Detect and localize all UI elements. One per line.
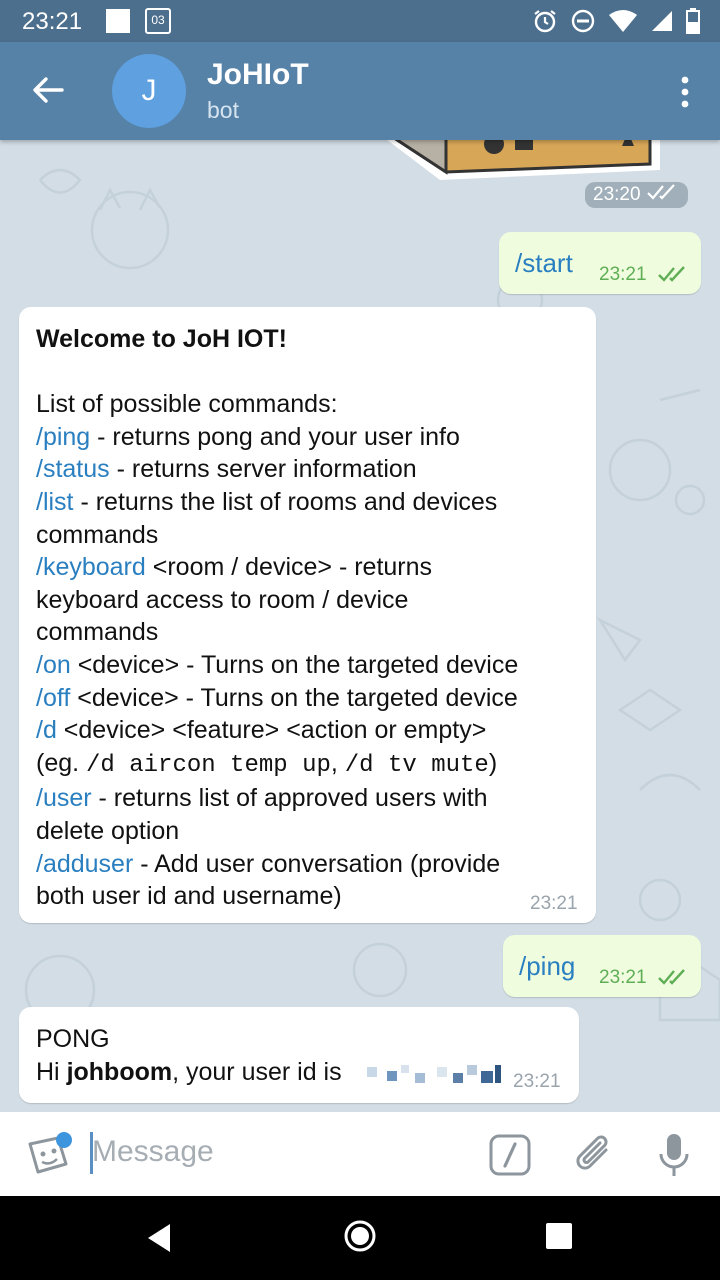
message-input-bar: Message bbox=[0, 1112, 720, 1196]
microphone-icon[interactable] bbox=[656, 1132, 692, 1178]
command-ping[interactable]: /ping bbox=[36, 423, 90, 451]
nav-back-icon[interactable] bbox=[144, 1222, 174, 1254]
sticker-timestamp: 23:20 bbox=[585, 182, 688, 208]
off-description: <device> - Turns on the targeted device bbox=[70, 683, 518, 712]
pong-hi: Hi bbox=[36, 1057, 67, 1086]
keyboard-description: <room / device> - returns bbox=[145, 553, 433, 582]
list-description: - returns the list of rooms and devices bbox=[73, 487, 498, 516]
alarm-icon bbox=[534, 10, 556, 33]
read-double-check-icon bbox=[658, 266, 685, 282]
pong-username: johboom bbox=[66, 1057, 173, 1086]
pong-line: PONG bbox=[36, 1025, 110, 1053]
chat-title[interactable]: JoHIoT bbox=[207, 58, 309, 92]
example-code-aircon: /d aircon temp up bbox=[86, 751, 331, 779]
status-time: 23:21 bbox=[22, 8, 83, 35]
chat-area[interactable]: 23:20 /start 23:21 Welcome to JoH IOT! L… bbox=[0, 140, 720, 1112]
example-code-tv: /d tv mute bbox=[344, 751, 489, 779]
keyboard-description-end: commands bbox=[36, 618, 159, 647]
d-description: <device> <feature> <action or empty> bbox=[56, 716, 487, 745]
signal-icon bbox=[652, 11, 672, 31]
user-description: - returns list of approved users with bbox=[91, 784, 488, 813]
more-options-icon[interactable] bbox=[680, 74, 690, 110]
attach-paperclip-icon[interactable] bbox=[572, 1132, 616, 1178]
status-bar: 23:21 03 bbox=[0, 0, 720, 42]
outgoing-message-ping[interactable]: /ping 23:21 bbox=[503, 935, 701, 997]
calendar-icon: 03 bbox=[145, 8, 171, 34]
command-d[interactable]: /d bbox=[36, 716, 57, 744]
sticker-time-text: 23:20 bbox=[593, 184, 641, 205]
status-description: - returns server information bbox=[109, 455, 417, 484]
command-adduser[interactable]: /adduser bbox=[36, 850, 133, 878]
welcome-intro: List of possible commands: bbox=[36, 390, 338, 419]
keyboard-description-cont: keyboard access to room / device bbox=[36, 585, 409, 614]
redacted-user-id bbox=[367, 1065, 501, 1083]
command-status[interactable]: /status bbox=[36, 455, 110, 483]
battery-icon bbox=[686, 8, 700, 34]
wifi-icon bbox=[609, 10, 637, 32]
example-prefix: (eg. bbox=[36, 748, 87, 777]
on-description: <device> - Turns on the targeted device bbox=[70, 650, 519, 679]
read-double-check-icon bbox=[647, 184, 675, 200]
message-text[interactable]: /ping bbox=[519, 951, 575, 982]
adduser-description: - Add user conversation (provide bbox=[133, 849, 501, 878]
command-user[interactable]: /user bbox=[36, 784, 92, 812]
notification-square-icon bbox=[106, 9, 130, 33]
message-input[interactable]: Message bbox=[92, 1135, 214, 1169]
message-time: 23:21 bbox=[530, 893, 578, 914]
example-separator: , bbox=[330, 748, 345, 777]
status-icons bbox=[532, 6, 700, 36]
list-description-cont: commands bbox=[36, 520, 159, 549]
bot-command-icon[interactable] bbox=[488, 1133, 532, 1177]
message-time: 23:21 bbox=[599, 264, 647, 285]
welcome-title: Welcome to JoH IOT! bbox=[36, 325, 287, 353]
incoming-message-welcome[interactable]: Welcome to JoH IOT! List of possible com… bbox=[19, 307, 596, 923]
back-arrow-icon[interactable] bbox=[28, 70, 68, 110]
message-text[interactable]: /start bbox=[515, 248, 573, 279]
read-double-check-icon bbox=[658, 969, 685, 985]
pong-rest: , your user id is bbox=[172, 1057, 349, 1086]
user-description-cont: delete option bbox=[36, 816, 180, 845]
outgoing-message-start[interactable]: /start 23:21 bbox=[499, 232, 701, 294]
command-off[interactable]: /off bbox=[36, 684, 70, 712]
command-list[interactable]: /list bbox=[36, 488, 74, 516]
nav-recents-icon[interactable] bbox=[545, 1222, 573, 1250]
avatar[interactable]: J bbox=[112, 54, 186, 128]
sticker-emoji-icon[interactable] bbox=[24, 1130, 74, 1180]
adduser-description-cont: both user id and username) bbox=[36, 882, 342, 911]
do-not-disturb-icon bbox=[571, 9, 595, 33]
incoming-message-pong[interactable]: PONG Hi johboom, your user id is 23:21 bbox=[19, 1007, 579, 1103]
chat-header: J JoHIoT bot bbox=[0, 42, 720, 140]
message-time: 23:21 bbox=[513, 1071, 561, 1092]
command-keyboard[interactable]: /keyboard bbox=[36, 553, 146, 581]
nav-home-icon[interactable] bbox=[342, 1218, 378, 1254]
welcome-body: Welcome to JoH IOT! List of possible com… bbox=[36, 323, 586, 913]
chat-subtitle: bot bbox=[207, 97, 239, 123]
ping-description: - returns pong and your user info bbox=[90, 422, 460, 451]
system-nav-bar bbox=[0, 1196, 720, 1280]
message-time: 23:21 bbox=[599, 967, 647, 988]
example-suffix: ) bbox=[488, 748, 498, 777]
command-on[interactable]: /on bbox=[36, 651, 71, 679]
